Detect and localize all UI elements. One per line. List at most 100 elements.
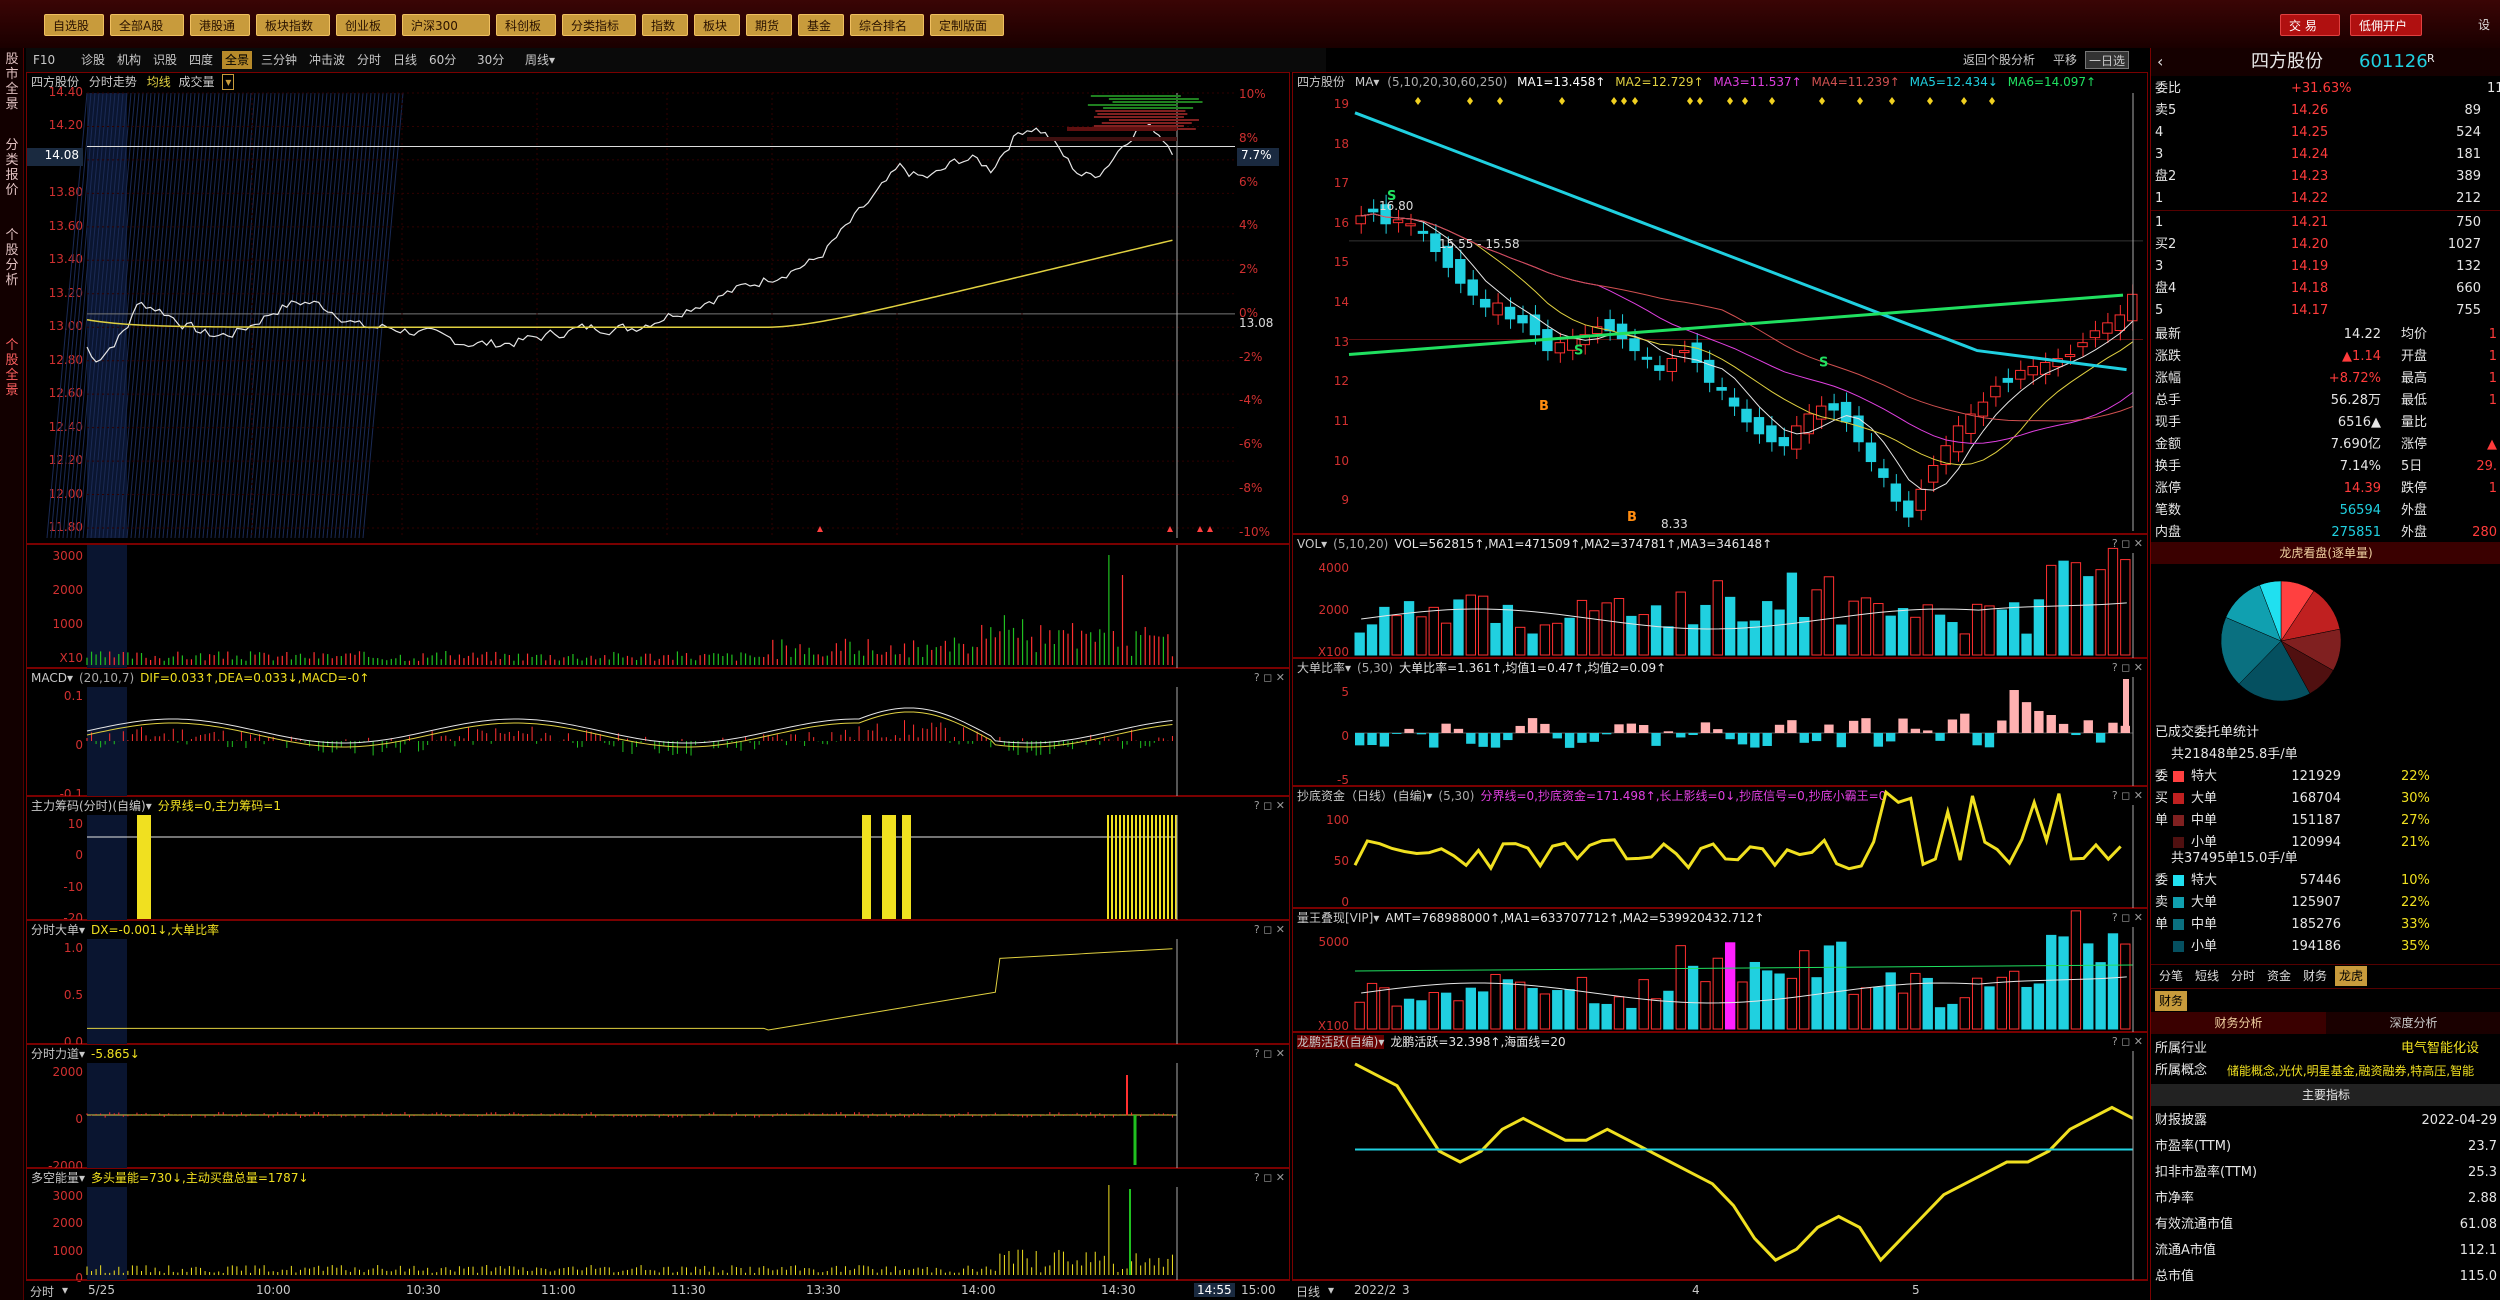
toolbar-item[interactable]: 机构 — [114, 51, 144, 69]
toolbar-item[interactable]: 30分 — [474, 51, 507, 69]
flat-button[interactable]: 平移 — [2050, 51, 2080, 69]
toolbar-item[interactable]: 60分 — [426, 51, 459, 69]
level-volume: 755 — [2456, 303, 2481, 318]
daily-indicator-panel-1[interactable]: 大单比率▾ (5,30) 大单比率=1.361↑,均值1=0.47↑,均值2=0.0… — [1292, 658, 2148, 787]
order-size-pct: 22% — [2401, 769, 2430, 784]
indicator-plot — [87, 815, 1178, 921]
quote-tab-2[interactable]: 分时 — [2227, 966, 2259, 986]
tab-market-overview[interactable]: 股市全景 — [2, 52, 22, 112]
quote-tab-5[interactable]: 龙虎 — [2335, 966, 2368, 986]
group1-title: 共21848单25.8手/单 — [2171, 747, 2298, 762]
indicator-plot — [1354, 910, 2134, 1033]
toolbar-item[interactable]: 冲击波 — [306, 51, 348, 69]
time-mode-label[interactable]: 分时 — [30, 1283, 54, 1300]
stat-label2: 均价 — [2401, 327, 2428, 342]
finance-value: 2.88 — [2468, 1191, 2497, 1206]
top-menu-item[interactable]: 沪深300 — [402, 14, 490, 36]
svg-text:S: S — [1819, 355, 1828, 370]
order-size-name: 中单 — [2191, 917, 2218, 932]
settings-button[interactable]: 设 — [2470, 14, 2496, 36]
finance-value: 112.1 — [2459, 1243, 2497, 1258]
order-book-row: 1 14.21 750 — [2151, 212, 2500, 234]
stat-label2: 外盘 — [2401, 525, 2428, 540]
daily-indicator-panel-2[interactable]: 抄底资金（日线）(自编)▾ (5,30) 分界线=0,抄底资金=171.498↑,长… — [1292, 786, 2148, 909]
toolbar-item[interactable]: 四度 — [186, 51, 216, 69]
date-tick: 3 — [1402, 1283, 1410, 1297]
toolbar-item[interactable]: 日线 — [390, 51, 420, 69]
indicator-panel-1[interactable]: 主力筹码(分时)(自编)▾ 分界线=0,主力筹码=1? ◻ ✕ 10 0 -10 -20 — [26, 796, 1290, 925]
stat-row: 涨停 14.39 跌停 1 — [2151, 478, 2500, 500]
toolbar-item[interactable]: F10 — [30, 51, 58, 69]
intraday-chart-panel[interactable]: 四方股份 分时走势 均线 成交量 ▾ 14.4014.2014.0013.801… — [26, 72, 1290, 544]
tab-finance[interactable]: 财务 — [2155, 991, 2188, 1011]
order-size-row: 卖 大单 125907 22% — [2151, 892, 2500, 914]
level-price: 14.26 — [2291, 103, 2329, 118]
indicator-panel-4[interactable]: 多空能量▾ 多头量能=730↓,主动买盘总量=1787↓? ◻ ✕ 3000 2000… — [26, 1168, 1290, 1285]
down-arrow-icon[interactable]: ▾ — [1328, 1283, 1334, 1297]
period-select[interactable]: 一日选 — [2085, 51, 2130, 69]
period-mode-label[interactable]: 日线 — [1296, 1283, 1320, 1300]
order-size-pct: 33% — [2401, 917, 2430, 932]
top-menu-item[interactable]: 基金 — [798, 14, 844, 36]
tab-stock-analysis[interactable]: 个股分析 — [2, 228, 22, 288]
quote-tab-3[interactable]: 资金 — [2263, 966, 2295, 986]
toolbar-item[interactable]: 诊股 — [78, 51, 108, 69]
indicator-panel-0[interactable]: MACD▾ (20,10,7) DIF=0.033↑,DEA=0.033↓,MACD… — [26, 668, 1290, 801]
top-menu-item[interactable]: 综合排名 — [850, 14, 924, 36]
tab-category-quotes[interactable]: 分类报价 — [2, 138, 22, 198]
stat-value2: 29. — [2476, 459, 2497, 474]
toolbar-item[interactable]: 分时 — [354, 51, 384, 69]
daily-kline-panel[interactable]: 四方股份 MA▾ (5,10,20,30,60,250) MA1=13.458↑… — [1292, 72, 2148, 534]
top-menu-item[interactable]: 分类指标 — [562, 14, 636, 36]
toolbar-item[interactable]: 识股 — [150, 51, 180, 69]
top-menu-item[interactable]: 创业板 — [336, 14, 396, 36]
back-button[interactable]: 返回个股分析 — [1960, 51, 2038, 69]
level-volume: 132 — [2456, 259, 2481, 274]
top-menu-item[interactable]: 科创板 — [496, 14, 556, 36]
toolbar-item[interactable]: 三分钟 — [258, 51, 300, 69]
top-menu-item[interactable]: 板块 — [694, 14, 740, 36]
daily-indicator-panel-0[interactable]: VOL▾ (5,10,20) VOL=562815↑,MA1=471509↑,MA2… — [1292, 534, 2148, 659]
indicator-panel-2[interactable]: 分时大单▾ DX=-0.001↓,大单比率? ◻ ✕ 1.0 0.5 0.0 — [26, 920, 1290, 1049]
order-size-volume: 125907 — [2291, 895, 2341, 910]
intraday-volume-panel[interactable]: 3000 2000 1000 X10 — [26, 544, 1290, 669]
color-swatch — [2173, 793, 2184, 804]
quote-tab-1[interactable]: 短线 — [2191, 966, 2223, 986]
stat-label2: 最低 — [2401, 393, 2428, 408]
indicator-plot — [1353, 789, 2134, 909]
stat-label2: 最高 — [2401, 371, 2428, 386]
back-arrow-icon[interactable]: ‹ — [2157, 51, 2163, 73]
stat-label: 笔数 — [2155, 503, 2182, 518]
stock-code: 601126 — [2359, 51, 2428, 72]
order-side: 单 — [2155, 813, 2169, 828]
tab-finance-analysis[interactable]: 财务分析 — [2151, 1012, 2326, 1034]
stat-value: 6516▲ — [2337, 415, 2381, 430]
trade-button[interactable]: 交 易 — [2280, 14, 2340, 36]
weibi-right: 11 — [2487, 81, 2500, 96]
quote-tab-4[interactable]: 财务 — [2299, 966, 2331, 986]
top-menu-item[interactable]: 全部A股 — [110, 14, 184, 36]
industry-row: 所属行业 电气智能化设 — [2151, 1038, 2500, 1060]
stat-value2: 1 — [2488, 327, 2497, 342]
indicator-plot — [86, 1063, 1178, 1169]
indicator-panel-3[interactable]: 分时力道▾ -5.865↓? ◻ ✕ 2000 0 -2000 — [26, 1044, 1290, 1173]
daily-indicator-panel-4[interactable]: 龙鹏活跃(自编)▾ 龙鹏活跃=32.398↑,海面线=20? ◻ ✕ — [1292, 1032, 2148, 1281]
tab-deep-analysis[interactable]: 深度分析 — [2326, 1012, 2500, 1034]
top-menu-item[interactable]: 板块指数 — [256, 14, 330, 36]
tab-stock-overview[interactable]: 个股全景 — [2, 338, 22, 398]
top-menu-item[interactable]: 定制版面 — [930, 14, 1004, 36]
open-account-button[interactable]: 低佣开户 — [2350, 14, 2422, 36]
daily-indicator-panel-3[interactable]: 量王叠现[VIP]▾ AMT=768988000↑,MA1=633707712↑,… — [1292, 908, 2148, 1033]
top-menu-item[interactable]: 期货 — [746, 14, 792, 36]
top-menu-item[interactable]: 自选股 — [44, 14, 104, 36]
top-menu-item[interactable]: 港股通 — [190, 14, 250, 36]
finance-row: 市净率 2.88 — [2151, 1188, 2500, 1210]
finance-label: 市盈率(TTM) — [2155, 1139, 2232, 1154]
stat-value2: 1 — [2488, 481, 2497, 496]
finance-tab-row: 财务 — [2151, 988, 2500, 1012]
toolbar-item[interactable]: 全景 — [222, 51, 253, 69]
toolbar-item[interactable]: 周线▾ — [522, 51, 558, 69]
down-arrow-icon[interactable]: ▾ — [62, 1283, 68, 1297]
top-menu-item[interactable]: 指数 — [642, 14, 688, 36]
quote-tab-0[interactable]: 分笔 — [2155, 966, 2187, 986]
